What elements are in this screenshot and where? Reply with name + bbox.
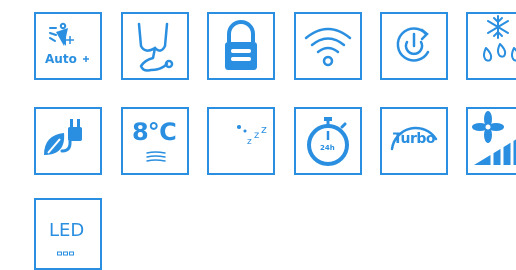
defrost-icon [483, 15, 516, 62]
sleep-tile[interactable]: z z z [207, 107, 275, 175]
led-icon [57, 251, 74, 256]
wifi-icon [304, 27, 352, 67]
auto-mode-icon [49, 22, 89, 62]
sterilize-tile[interactable] [121, 12, 189, 80]
temperature-tile[interactable]: 8℃ [121, 107, 189, 175]
led-tile[interactable]: LED [34, 198, 102, 270]
lock-tile[interactable] [207, 12, 275, 80]
eco-plug-icon [44, 119, 82, 155]
sleep-z-large: z [261, 123, 267, 136]
sleep-icon [222, 119, 259, 159]
sleep-z-small: z [247, 137, 252, 147]
temperature-icon [146, 151, 166, 162]
timer-icon [307, 117, 349, 166]
turbo-tile[interactable]: Turbo [380, 107, 448, 175]
power-tile[interactable] [380, 12, 448, 80]
auto-label: Auto [45, 52, 77, 66]
fan-speed-icon [472, 111, 516, 167]
sleep-z-medium: z [254, 130, 260, 141]
sterilize-icon [137, 22, 174, 72]
defrost-tile[interactable] [466, 12, 516, 80]
fan-speed-tile[interactable] [466, 107, 516, 175]
power-icon [396, 27, 430, 62]
turbo-label: Turbo [393, 131, 436, 147]
wifi-tile[interactable] [294, 12, 362, 80]
auto-mode-tile[interactable]: Auto [34, 12, 102, 80]
timer-label: 24h [320, 144, 335, 152]
lock-icon [225, 20, 257, 70]
eco-plug-tile[interactable] [34, 107, 102, 175]
timer-tile[interactable]: 24h [294, 107, 362, 175]
